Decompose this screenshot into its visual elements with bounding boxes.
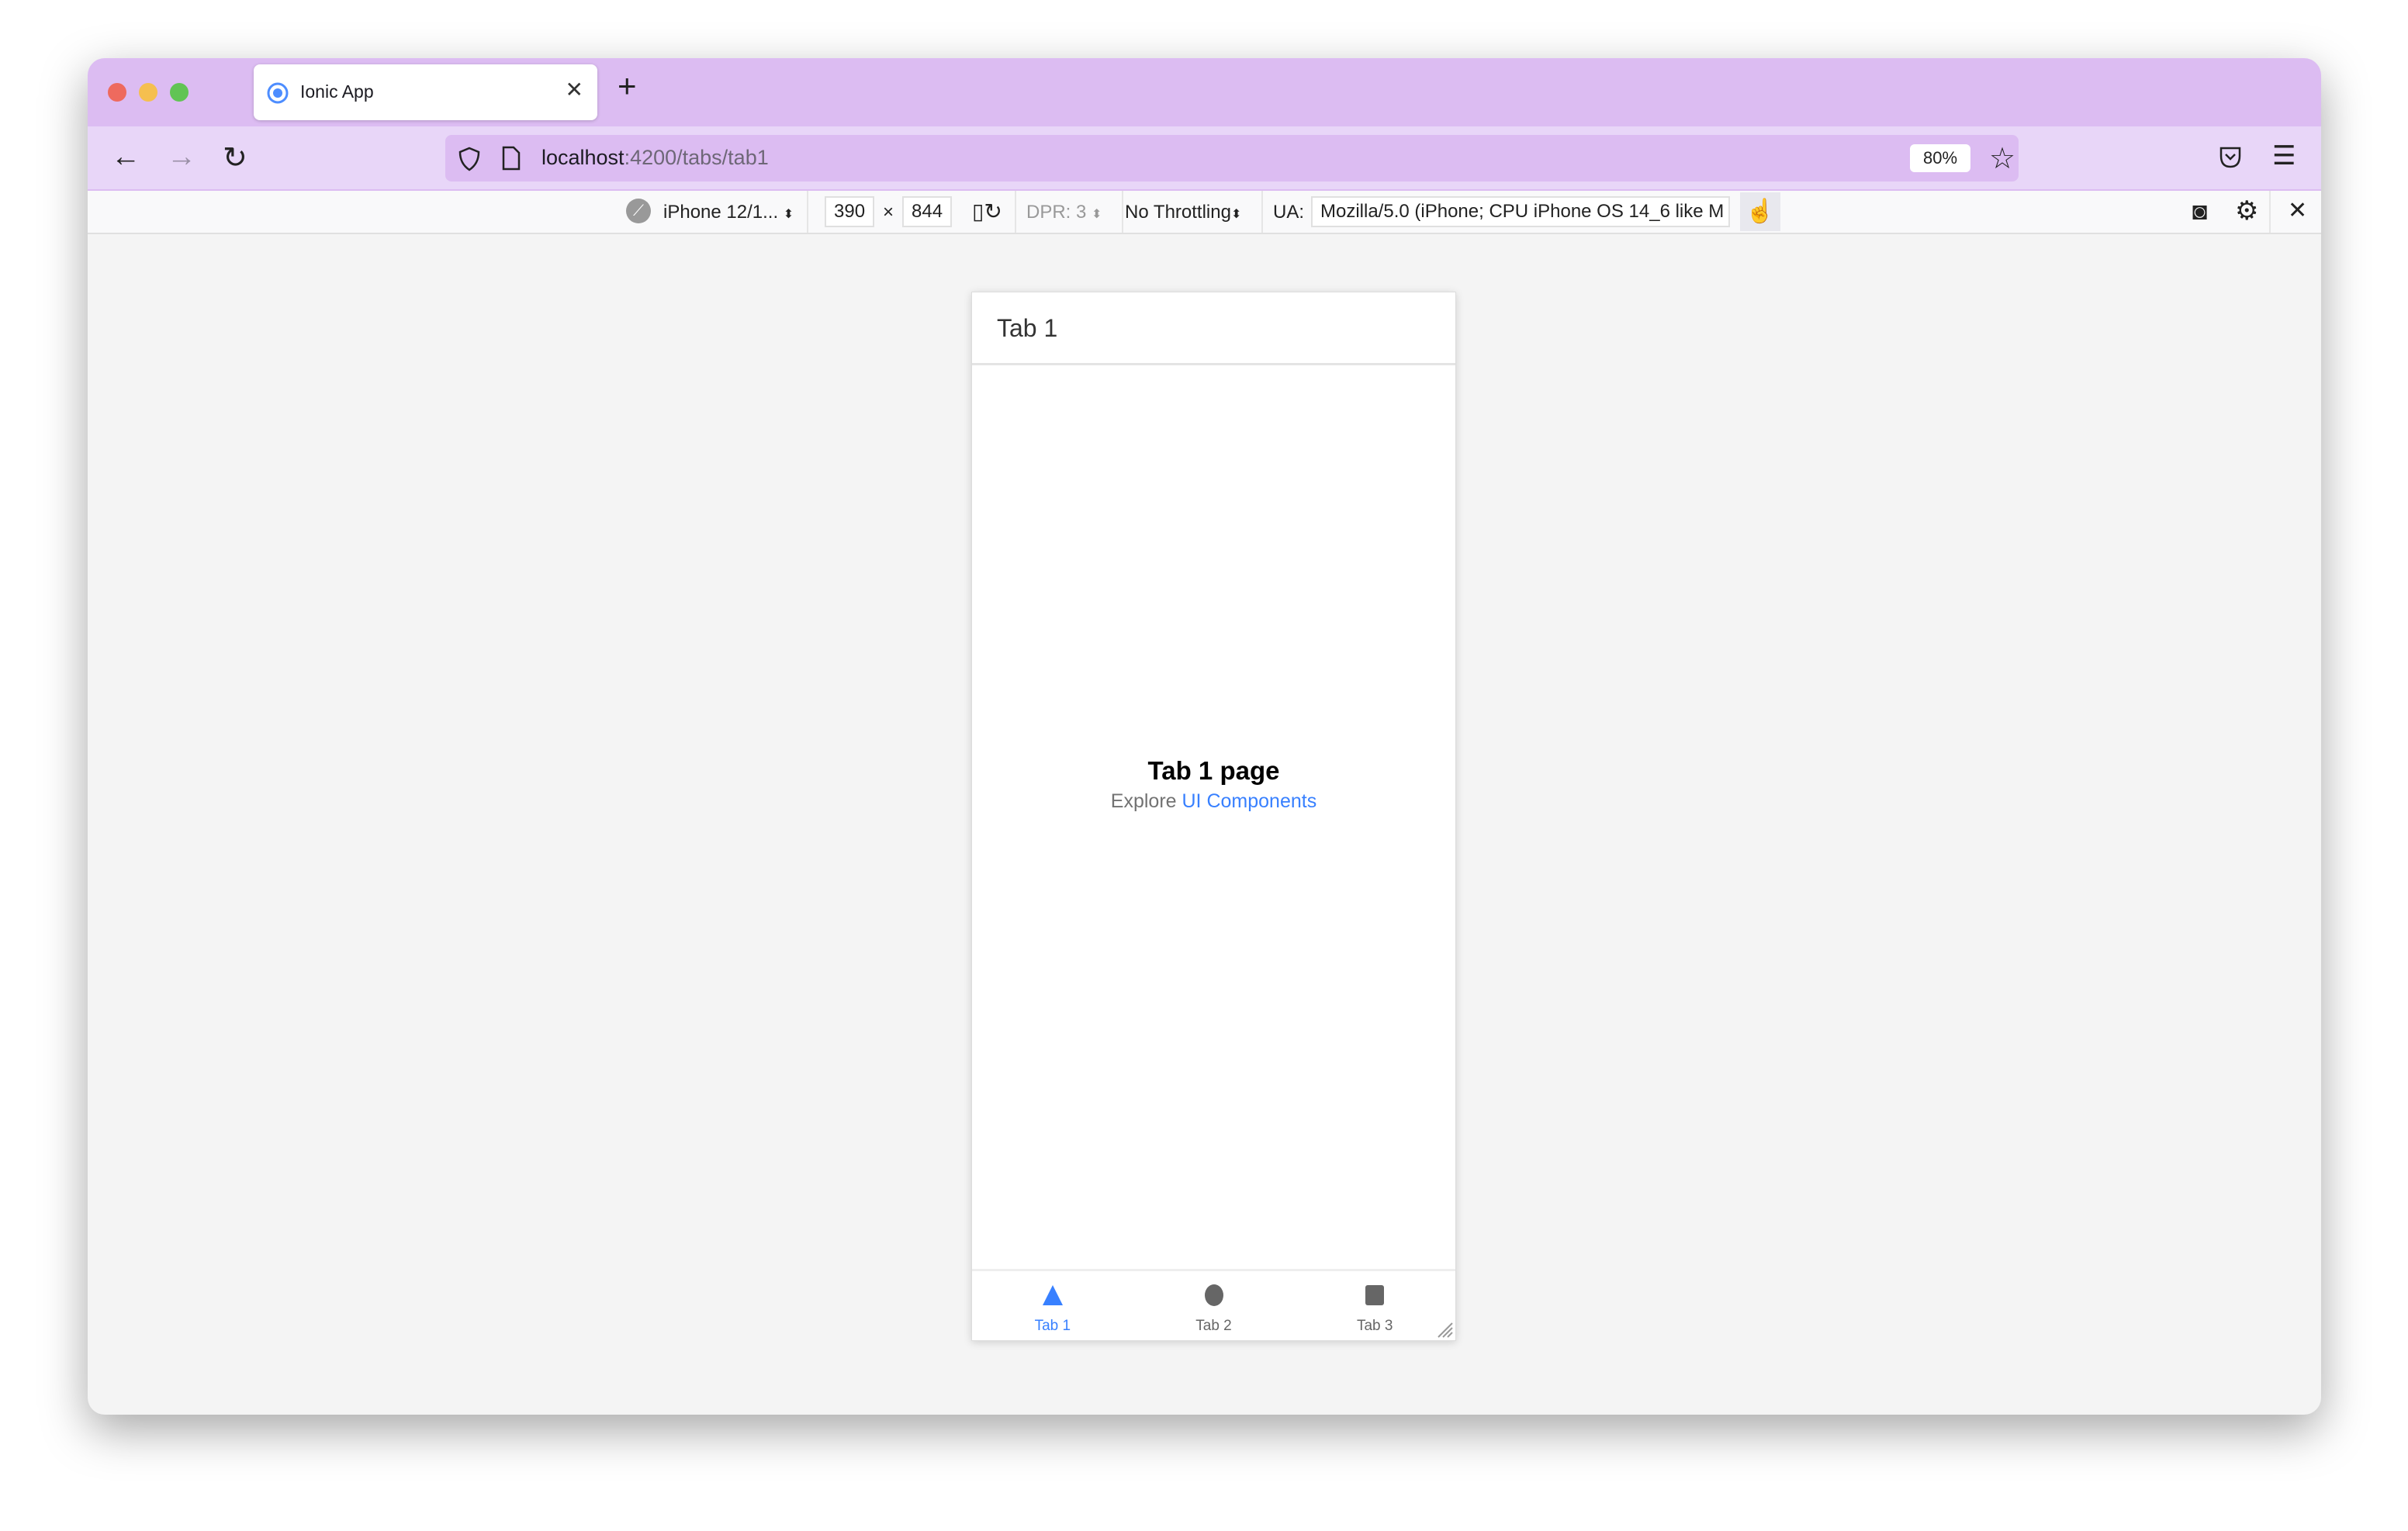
tab-strip: Ionic App ✕ + [88, 58, 2321, 126]
url-host: localhost [541, 146, 624, 169]
page-heading: Tab 1 page [1147, 756, 1280, 785]
triangle-icon [1042, 1285, 1063, 1305]
ellipse-icon [1204, 1284, 1223, 1306]
tab-button-tab2[interactable]: Tab 2 [1133, 1271, 1295, 1340]
app-tab-bar: Tab 1 Tab 2 Tab 3 [972, 1269, 1455, 1340]
page-icon [502, 146, 521, 171]
close-rdm-icon[interactable]: ✕ [2288, 197, 2307, 224]
device-viewport: Tab 1 Tab 1 page Explore UI Components T… [971, 292, 1456, 1341]
user-agent-input[interactable]: Mozilla/5.0 (iPhone; CPU iPhone OS 14_6 … [1311, 196, 1730, 227]
tab-label: Tab 1 [1034, 1318, 1071, 1334]
maximize-window-button[interactable] [170, 83, 189, 102]
url-bar[interactable]: localhost:4200/tabs/tab1 80% ☆ [445, 135, 2019, 181]
device-select[interactable]: iPhone 12/1... ⬍ [663, 202, 794, 223]
pocket-icon[interactable] [2219, 145, 2242, 170]
rotate-device-icon[interactable]: ▯↻ [972, 199, 1002, 224]
new-tab-button[interactable]: + [618, 67, 637, 105]
explore-container: Tab 1 page Explore UI Components [972, 756, 1455, 813]
bookmark-star-icon[interactable]: ☆ [1989, 141, 2015, 176]
url-path: :4200/tabs/tab1 [624, 146, 769, 169]
touch-simulation-icon[interactable]: ☝ [1740, 192, 1780, 231]
zoom-level-button[interactable]: 80% [1910, 144, 1970, 172]
resize-handle-icon[interactable] [1435, 1320, 1454, 1339]
menu-hamburger-icon[interactable]: ☰ [2272, 140, 2296, 171]
viewport-height-input[interactable]: 844 [902, 196, 953, 227]
forward-arrow-icon[interactable]: → [167, 140, 196, 174]
responsive-design-toolbar: ⟋ iPhone 12/1... ⬍ 390 × 844 ▯↻ DPR: 3 ⬍… [88, 189, 2321, 234]
explore-label: Explore [1110, 790, 1177, 812]
reload-icon[interactable]: ↻ [223, 140, 247, 175]
shield-icon[interactable] [458, 147, 481, 171]
header-title: Tab 1 [997, 314, 1058, 342]
throttling-select[interactable]: No Throttling⬍ [1125, 202, 1241, 223]
compass-icon: ⟋ [626, 199, 651, 223]
browser-window: Ionic App ✕ + ← → ↻ localhost:4200/tabs/… [88, 58, 2321, 1415]
dpr-select[interactable]: DPR: 3 ⬍ [1026, 202, 1102, 223]
browser-tab[interactable]: Ionic App ✕ [254, 64, 597, 120]
app-header: Tab 1 [972, 292, 1455, 365]
close-window-button[interactable] [108, 83, 126, 102]
minimize-window-button[interactable] [139, 83, 157, 102]
dpr-value: DPR: 3 [1026, 202, 1087, 223]
tab-button-tab3[interactable]: Tab 3 [1294, 1271, 1455, 1340]
url-text[interactable]: localhost:4200/tabs/tab1 [541, 146, 769, 170]
ua-label: UA: [1273, 202, 1305, 223]
back-arrow-icon[interactable]: ← [111, 140, 140, 174]
tab-button-tab1[interactable]: Tab 1 [972, 1271, 1133, 1340]
screenshot-camera-icon[interactable]: ◙ [2192, 197, 2207, 226]
ionic-logo-icon [267, 82, 289, 104]
device-name: iPhone 12/1... [663, 202, 779, 223]
dimension-separator: × [883, 202, 894, 223]
nav-toolbar: ← → ↻ localhost:4200/tabs/tab1 80% ☆ ☰ [88, 126, 2321, 189]
explore-text: Explore UI Components [972, 790, 1455, 813]
ui-components-link[interactable]: UI Components [1182, 790, 1317, 812]
tab-label: Tab 2 [1195, 1318, 1232, 1334]
close-tab-icon[interactable]: ✕ [566, 77, 583, 102]
settings-gear-icon[interactable]: ⚙ [2235, 195, 2258, 226]
throttling-value: No Throttling [1125, 202, 1231, 223]
tab-title: Ionic App [300, 81, 374, 102]
square-icon [1365, 1285, 1385, 1305]
viewport-width-input[interactable]: 390 [825, 196, 875, 227]
tab-label: Tab 3 [1356, 1318, 1393, 1334]
